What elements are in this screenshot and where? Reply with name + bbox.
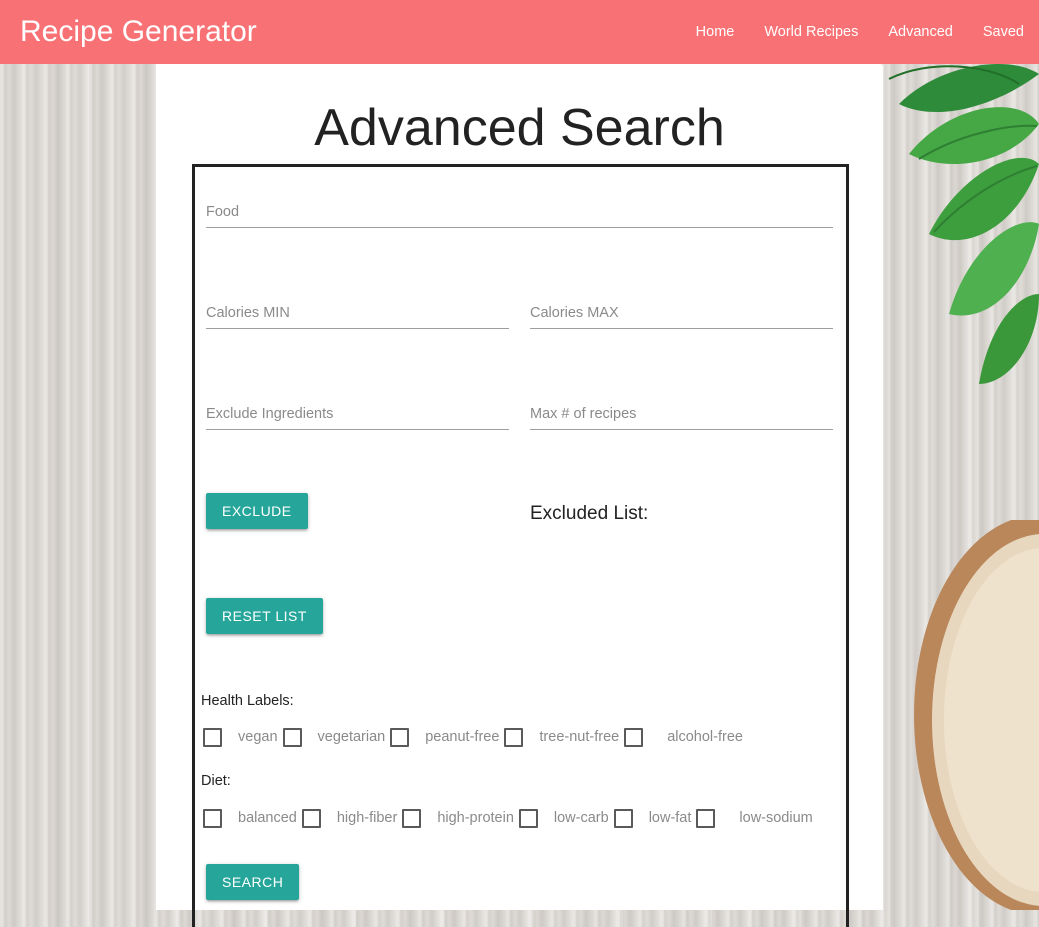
checkbox-vegetarian[interactable]: vegetarian: [282, 727, 391, 747]
bread-icon: [914, 520, 1039, 910]
checkbox-box[interactable]: [518, 808, 538, 828]
leaves-decoration: [888, 64, 1039, 384]
page-title: Advanced Search: [314, 99, 725, 157]
reset-list-button[interactable]: RESET LIST: [206, 598, 323, 634]
checkbox-label: peanut-free: [425, 729, 500, 745]
checkbox-label: vegan: [238, 729, 278, 745]
checkbox-high-protein[interactable]: high-protein: [402, 808, 519, 828]
advanced-search-form: EXCLUDE Excluded List: RESET LIST Health…: [192, 164, 849, 927]
checkbox-label: alcohol-free: [667, 729, 743, 745]
checkbox-label: vegetarian: [317, 729, 386, 745]
nav-links: Home World Recipes Advanced Saved: [681, 0, 1039, 64]
navbar: Recipe Generator Home World Recipes Adva…: [0, 0, 1039, 64]
calories-min-input[interactable]: [206, 298, 509, 328]
brand-logo[interactable]: Recipe Generator: [20, 14, 257, 50]
diet-checkboxes: balanced high-fiber high-protein low-car…: [203, 806, 813, 830]
checkbox-label: balanced: [238, 810, 297, 826]
checkbox-peanut-free[interactable]: peanut-free: [390, 727, 504, 747]
checkbox-vegan[interactable]: vegan: [203, 727, 283, 747]
checkbox-label: high-fiber: [336, 810, 398, 826]
exclude-button[interactable]: EXCLUDE: [206, 493, 308, 529]
checkbox-label: high-protein: [437, 810, 514, 826]
nav-link-home[interactable]: Home: [681, 0, 750, 64]
checkbox-alcohol-free[interactable]: alcohol-free: [624, 727, 743, 747]
checkbox-low-sodium[interactable]: low-sodium: [696, 808, 813, 828]
health-labels-heading: Health Labels:: [201, 693, 294, 709]
exclude-ingredients-input[interactable]: [206, 399, 509, 429]
checkbox-box[interactable]: [301, 808, 321, 828]
nav-link-saved[interactable]: Saved: [968, 0, 1039, 64]
max-recipes-field: [530, 399, 833, 430]
leaf-icon: [888, 64, 1039, 384]
checkbox-box[interactable]: [282, 727, 302, 747]
checkbox-box[interactable]: [504, 727, 524, 747]
checkbox-box[interactable]: [402, 808, 422, 828]
checkbox-label: low-fat: [648, 810, 692, 826]
nav-link-world-recipes[interactable]: World Recipes: [749, 0, 873, 64]
health-labels-checkboxes: vegan vegetarian peanut-free tree-nut-fr…: [203, 725, 743, 749]
search-button[interactable]: SEARCH: [206, 864, 300, 900]
checkbox-box[interactable]: [624, 727, 644, 747]
exclude-ingredients-field: [206, 399, 509, 430]
checkbox-tree-nut-free[interactable]: tree-nut-free: [504, 727, 624, 747]
checkbox-label: low-sodium: [739, 810, 813, 826]
checkbox-balanced[interactable]: balanced: [203, 808, 302, 828]
nav-link-advanced[interactable]: Advanced: [873, 0, 968, 64]
main-content: Advanced Search EXCLUDE Excluded List: R…: [156, 64, 883, 927]
checkbox-box[interactable]: [696, 808, 716, 828]
checkbox-low-fat[interactable]: low-fat: [613, 808, 697, 828]
diet-heading: Diet:: [201, 773, 231, 789]
calories-max-field: [530, 298, 833, 329]
food-input[interactable]: [206, 197, 833, 227]
food-field: [206, 197, 833, 228]
bread-decoration: [914, 520, 1039, 910]
checkbox-high-fiber[interactable]: high-fiber: [301, 808, 402, 828]
checkbox-label: tree-nut-free: [539, 729, 620, 745]
checkbox-label: low-carb: [553, 810, 609, 826]
checkbox-box[interactable]: [203, 808, 222, 828]
calories-min-field: [206, 298, 509, 329]
checkbox-box[interactable]: [390, 727, 410, 747]
excluded-list-heading: Excluded List:: [530, 503, 649, 524]
max-recipes-input[interactable]: [530, 399, 833, 429]
calories-max-input[interactable]: [530, 298, 833, 328]
checkbox-box[interactable]: [613, 808, 633, 828]
checkbox-low-carb[interactable]: low-carb: [518, 808, 614, 828]
checkbox-box[interactable]: [203, 727, 222, 747]
